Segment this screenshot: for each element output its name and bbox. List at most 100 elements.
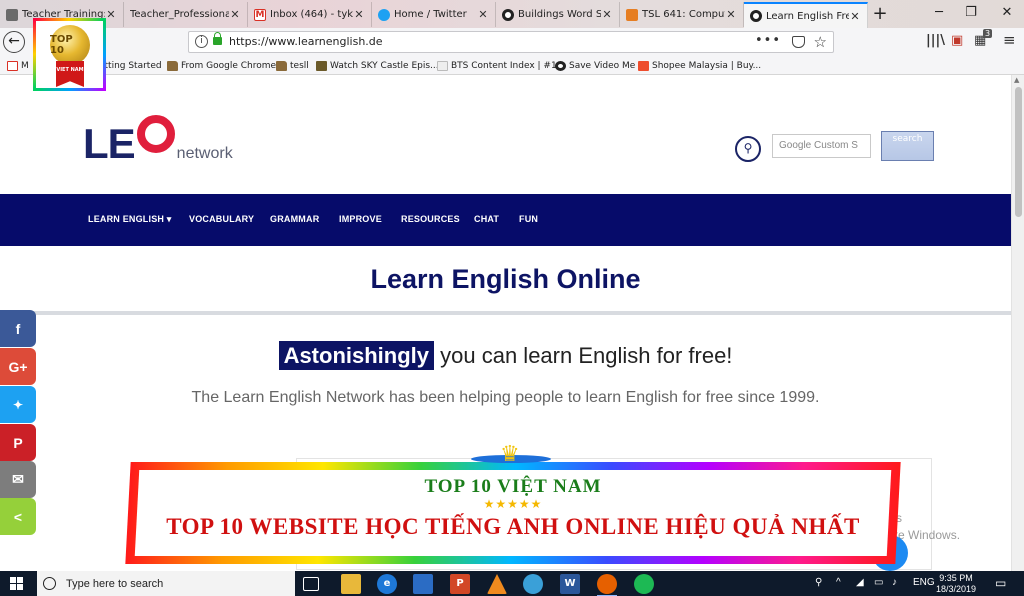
search-input[interactable]: Google Custom S [772, 134, 871, 158]
nav-learn-english[interactable]: LEARN ENGLISH ▾ [88, 214, 172, 225]
close-icon[interactable]: ✕ [477, 8, 489, 21]
bookmark-sky-castle[interactable]: Watch SKY Castle Epis... [316, 59, 439, 73]
taskbar-search-box[interactable]: Type here to search [37, 571, 295, 596]
cortana-icon [43, 577, 56, 590]
generic-page-icon [6, 8, 18, 21]
language-indicator[interactable]: ENG [913, 577, 935, 588]
bookmark-folder-tesll[interactable]: tesll [276, 59, 309, 73]
tab-twitter[interactable]: Home / Twitter ✕ [372, 2, 496, 27]
tagline-highlight: Astonishingly [278, 341, 435, 370]
divider [0, 311, 1011, 315]
restore-icon[interactable]: ❐ [958, 5, 984, 20]
logo-subtext: network [176, 145, 233, 162]
back-button[interactable]: ← [3, 31, 25, 53]
nav-chat[interactable]: CHAT [474, 214, 499, 224]
search-icon[interactable]: ⚲ [735, 136, 761, 162]
main-navigation: LEARN ENGLISH ▾ VOCABULARY GRAMMAR IMPRO… [0, 194, 1011, 246]
new-tab-button[interactable]: + [870, 3, 890, 24]
sync-icon[interactable] [523, 574, 543, 594]
url-text[interactable]: https://www.learnenglish.de [229, 35, 383, 48]
library-icon[interactable]: |||\ [926, 33, 945, 48]
tab-buildings-word-search[interactable]: Buildings Word Search ✕ [496, 2, 620, 27]
minimize-icon[interactable]: ─ [926, 5, 952, 20]
gmail-icon: M [254, 8, 266, 21]
pinterest-share-button[interactable]: P [0, 424, 36, 461]
vlc-icon[interactable] [487, 574, 507, 594]
twitter-icon: ✦ [12, 397, 24, 412]
volume-icon[interactable]: ♪ [892, 577, 897, 588]
nav-fun[interactable]: FUN [519, 214, 538, 224]
close-icon[interactable]: ✕ [105, 8, 117, 21]
tagline: Astonishingly you can learn English for … [0, 341, 1011, 370]
nav-grammar[interactable]: GRAMMAR [270, 214, 319, 224]
page-scrollbar[interactable]: ▲ [1011, 75, 1024, 571]
clock-date: 18/3/2019 [936, 584, 977, 594]
word-icon[interactable]: W [560, 574, 580, 594]
nav-vocabulary[interactable]: VOCABULARY [189, 214, 254, 224]
task-view-icon[interactable] [303, 577, 319, 591]
system-clock[interactable]: 9:35 PM 18/3/2019 [936, 573, 976, 595]
bookmark-bts[interactable]: BTS Content Index | #1... [437, 59, 565, 73]
close-icon[interactable]: ✕ [725, 8, 737, 21]
powerpoint-icon[interactable]: P [450, 574, 470, 594]
bookmark-star-icon[interactable]: ☆ [814, 33, 827, 51]
tab-title: Buildings Word Search [518, 9, 601, 20]
edge-icon[interactable]: e [377, 574, 397, 594]
leo-network-logo[interactable]: LE network [83, 115, 233, 167]
rating-stars: ★★★★★ [483, 497, 543, 511]
pocket-icon[interactable] [792, 36, 805, 48]
nav-improve[interactable]: IMPROVE [339, 214, 382, 224]
facebook-share-button[interactable]: f [0, 310, 36, 347]
tab-teacher-professional[interactable]: Teacher_Professional_Dev ✕ [124, 2, 248, 27]
tab-learn-english-free[interactable]: Learn English Free ✕ [744, 2, 868, 28]
bookmark-gmail[interactable]: M [7, 59, 29, 73]
tab-gmail-inbox[interactable]: M Inbox (464) - tykam ✕ [248, 2, 372, 27]
bookmark-shopee[interactable]: Shopee Malaysia | Buy... [638, 59, 761, 73]
twitter-share-button[interactable]: ✦ [0, 386, 36, 423]
clock-time: 9:35 PM [939, 573, 973, 583]
record-icon [502, 8, 514, 21]
share-more-button[interactable]: < [0, 498, 36, 535]
spotify-icon[interactable] [634, 574, 654, 594]
battery-icon[interactable]: ▭ [874, 577, 883, 588]
scrollbar-thumb[interactable] [1015, 87, 1022, 217]
ribbon-icon: VIET NAM [56, 61, 84, 87]
close-icon[interactable]: ✕ [353, 8, 365, 21]
bookmark-folder-chrome[interactable]: From Google Chrome [167, 59, 276, 73]
lock-icon[interactable] [213, 32, 222, 45]
medal-icon: TOP 10 [50, 25, 90, 65]
close-icon[interactable]: ✕ [601, 8, 613, 21]
page-actions-menu-icon[interactable]: ••• [755, 33, 781, 48]
reader-icon[interactable]: ▣ [951, 33, 963, 48]
store-icon[interactable] [413, 574, 433, 594]
notifications-icon[interactable]: ▭ [995, 576, 1006, 590]
pinterest-icon: P [13, 434, 23, 451]
bookmark-save-video[interactable]: Save Video Me [555, 59, 635, 73]
close-icon[interactable]: ✕ [849, 10, 861, 23]
firefox-icon[interactable] [597, 574, 617, 596]
tray-chevron-icon[interactable]: ^ [836, 577, 841, 588]
folder-icon [167, 61, 178, 71]
people-icon[interactable]: ⚲ [815, 577, 822, 588]
window-close-icon[interactable]: ✕ [994, 5, 1020, 20]
nav-resources[interactable]: RESOURCES [401, 214, 460, 224]
bookmark-label: M [21, 61, 29, 71]
browser-navigation-bar: ← i https://www.learnenglish.de ••• ☆ ||… [0, 28, 1024, 57]
close-icon[interactable]: ✕ [229, 8, 241, 21]
banner-subheading: TOP 10 WEBSITE HỌC TIẾNG ANH ONLINE HIỆU… [166, 514, 860, 539]
record-icon [555, 61, 566, 71]
network-icon[interactable]: ◢ [856, 577, 864, 588]
tab-title: TSL 641: Computer [642, 9, 725, 20]
tab-title: Home / Twitter [394, 9, 467, 20]
address-bar[interactable]: i https://www.learnenglish.de ••• ☆ [188, 31, 834, 53]
windows-start-icon[interactable] [10, 577, 24, 591]
scroll-up-icon[interactable]: ▲ [1014, 76, 1019, 84]
email-share-button[interactable]: ✉ [0, 461, 36, 498]
google-plus-share-button[interactable]: G+ [0, 348, 36, 385]
file-explorer-icon[interactable] [341, 574, 361, 594]
search-button[interactable]: search [881, 131, 934, 161]
info-icon[interactable]: i [195, 35, 208, 48]
record-icon [750, 10, 762, 22]
tab-tsl-641[interactable]: TSL 641: Computer ✕ [620, 2, 744, 27]
hamburger-menu-icon[interactable]: ≡ [1003, 31, 1016, 49]
